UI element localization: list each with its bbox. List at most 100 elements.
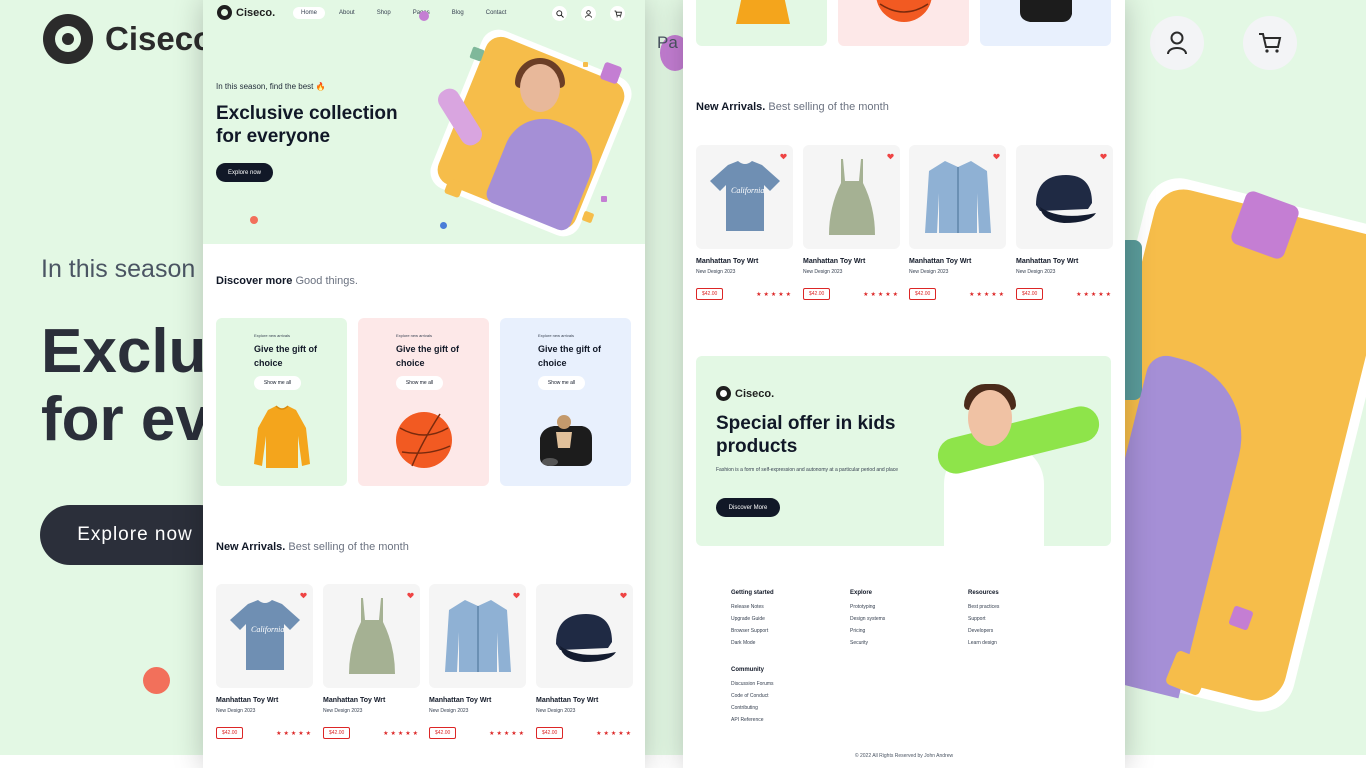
footer-link[interactable]: Release Notes	[731, 604, 774, 610]
kids-promo-logo-text: Ciseco.	[735, 387, 775, 400]
footer-link[interactable]: Upgrade Guide	[731, 616, 774, 622]
tshirt-image: California	[230, 600, 300, 670]
product-card[interactable]: California Manhattan Toy Wrt New Design …	[696, 145, 793, 300]
heart-icon[interactable]	[1100, 153, 1107, 160]
heart-icon[interactable]	[993, 153, 1000, 160]
heart-icon[interactable]	[513, 592, 520, 599]
discover-more-button[interactable]: Discover More	[716, 498, 780, 517]
gift-card-eyebrow: Explore new arrivals	[538, 333, 575, 338]
account-button[interactable]	[581, 6, 596, 21]
product-card[interactable]: California Manhattan Toy Wrt New Design …	[216, 584, 313, 739]
gift-card[interactable]	[838, 0, 969, 46]
product-image	[323, 584, 420, 688]
kids-promo-text: Fashion is a form of self-expression and…	[716, 467, 899, 473]
heart-icon[interactable]	[407, 592, 414, 599]
product-subtitle: New Design 2023	[696, 269, 736, 275]
background-nav-partial: Pa	[657, 33, 678, 52]
nav-home[interactable]: Home	[293, 7, 326, 19]
heart-icon[interactable]	[620, 592, 627, 599]
gift-card[interactable]	[696, 0, 827, 46]
product-card[interactable]: Manhattan Toy Wrt New Design 2023 $42.00…	[429, 584, 526, 739]
gift-card-eyebrow: Explore new arrivals	[396, 333, 433, 338]
footer-link[interactable]: Support	[968, 616, 999, 622]
gift-card-title: Give the gift of choice	[538, 344, 601, 368]
footer-link[interactable]: Code of Conduct	[731, 693, 774, 699]
gift-card-eyebrow: Explore new arrivals	[254, 333, 291, 338]
logo-text: Ciseco.	[236, 6, 276, 19]
product-card[interactable]: Manhattan Toy Wrt New Design 2023 $42.00…	[909, 145, 1006, 300]
footer-link[interactable]: Browser Support	[731, 628, 774, 634]
product-card[interactable]: Manhattan Toy Wrt New Design 2023 $42.00…	[1016, 145, 1113, 300]
nav-contact[interactable]: Contact	[478, 7, 515, 19]
dress-image	[349, 598, 395, 674]
footer-link[interactable]: Design systems	[850, 616, 885, 622]
product-name: Manhattan Toy Wrt	[216, 697, 279, 704]
pet-carrier-image	[1020, 0, 1072, 22]
product-name: Manhattan Toy Wrt	[1016, 258, 1079, 265]
show-me-all-button[interactable]: Show me all	[538, 376, 585, 390]
heart-icon[interactable]	[887, 153, 894, 160]
footer-link[interactable]: Developers	[968, 628, 999, 634]
product-price: $42.00	[1016, 288, 1044, 300]
product-image	[429, 584, 526, 688]
kids-promo-title: Special offer in kids products	[716, 413, 896, 457]
gift-card[interactable]: Explore new arrivals Give the gift of ch…	[500, 318, 631, 486]
footer-link[interactable]: Security	[850, 640, 885, 646]
footer-column-resources: Resources Best practices Support Develop…	[968, 590, 999, 652]
footer-link[interactable]: Prototyping	[850, 604, 885, 610]
background-logo: Ciseco	[43, 14, 213, 64]
explore-now-button[interactable]: Explore now	[216, 163, 273, 182]
nav-shop[interactable]: Shop	[369, 7, 399, 19]
hero-title: Exclusive collection for everyone	[216, 103, 398, 147]
product-name: Manhattan Toy Wrt	[803, 258, 866, 265]
show-me-all-button[interactable]: Show me all	[396, 376, 443, 390]
footer-link[interactable]: Contributing	[731, 705, 774, 711]
heart-icon[interactable]	[780, 153, 787, 160]
main-nav: Home About Shop Pages Blog Contact	[293, 7, 514, 19]
discover-heading: Discover more Good things.	[216, 275, 358, 287]
search-icon	[555, 9, 564, 18]
background-cart-button[interactable]	[1243, 16, 1297, 70]
hero-season-text: In this season, find the best 🔥	[216, 82, 326, 91]
basketball-image	[876, 0, 932, 22]
product-card[interactable]: Manhattan Toy Wrt New Design 2023 $42.00…	[803, 145, 900, 300]
nav-blog[interactable]: Blog	[444, 7, 472, 19]
gift-card[interactable]	[980, 0, 1111, 46]
background-user-button[interactable]	[1150, 16, 1204, 70]
rating-stars: ★★★★★	[596, 730, 633, 737]
gift-card[interactable]: Explore new arrivals Give the gift of ch…	[358, 318, 489, 486]
footer-link[interactable]: Learn design	[968, 640, 999, 646]
product-card[interactable]: Manhattan Toy Wrt New Design 2023 $42.00…	[323, 584, 420, 739]
footer-link[interactable]: Discussion Forums	[731, 681, 774, 687]
gift-card[interactable]: Explore new arrivals Give the gift of ch…	[216, 318, 347, 486]
search-button[interactable]	[552, 6, 567, 21]
logo-mark-icon	[217, 5, 232, 20]
cart-button[interactable]	[610, 6, 625, 21]
footer-link[interactable]: Best practices	[968, 604, 999, 610]
product-name: Manhattan Toy Wrt	[429, 697, 492, 704]
show-me-all-button[interactable]: Show me all	[254, 376, 301, 390]
nav-about[interactable]: About	[331, 7, 363, 19]
product-subtitle: New Design 2023	[909, 269, 949, 275]
logo[interactable]: Ciseco.	[217, 5, 275, 20]
rating-stars: ★★★★★	[383, 730, 420, 737]
heart-icon[interactable]	[300, 592, 307, 599]
product-subtitle: New Design 2023	[216, 708, 256, 714]
gift-card-title: Give the gift of choice	[254, 344, 317, 368]
product-image	[1016, 145, 1113, 249]
product-subtitle: New Design 2023	[536, 708, 576, 714]
new-arrivals-heading-main: New Arrivals.	[216, 541, 286, 553]
footer-link[interactable]: Dark Mode	[731, 640, 774, 646]
discover-heading-main: Discover more	[216, 275, 293, 287]
background-explore-button[interactable]: Explore now	[40, 505, 230, 565]
product-price: $42.00	[323, 727, 351, 739]
product-card[interactable]: Manhattan Toy Wrt New Design 2023 $42.00…	[536, 584, 633, 739]
denim-jacket-image	[925, 161, 991, 233]
footer-link[interactable]: Pricing	[850, 628, 885, 634]
decor-square	[583, 62, 588, 67]
page-preview-bottom: New Arrivals. Best selling of the month …	[683, 0, 1125, 768]
footer-link[interactable]: API Reference	[731, 717, 774, 723]
rating-stars: ★★★★★	[863, 291, 900, 298]
rating-stars: ★★★★★	[756, 291, 793, 298]
new-arrivals-heading: New Arrivals. Best selling of the month	[216, 541, 409, 553]
